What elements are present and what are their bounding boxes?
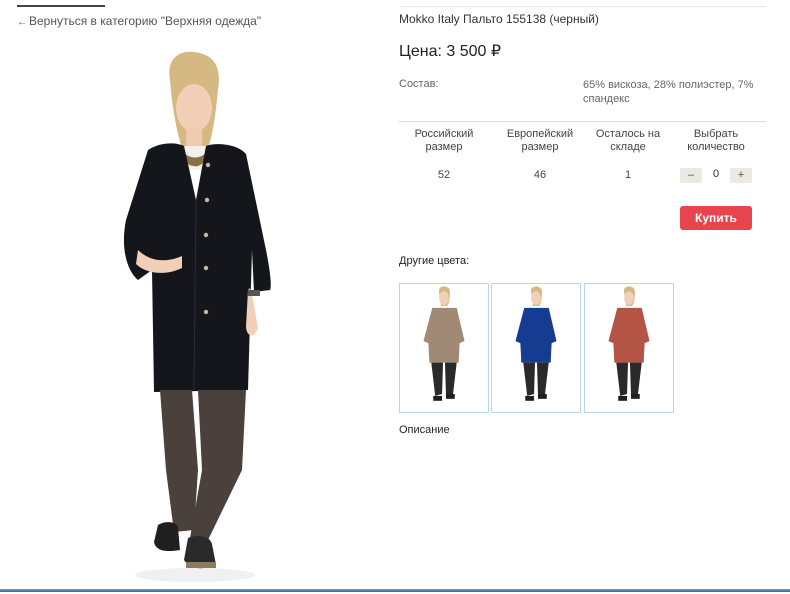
other-colors-label: Другие цвета: bbox=[399, 255, 470, 267]
eu-size-value: 46 bbox=[533, 169, 547, 181]
quantity-input[interactable] bbox=[708, 168, 724, 180]
description-label: Описание bbox=[399, 424, 450, 436]
color-thumbnail-beige[interactable] bbox=[399, 283, 489, 413]
product-title: Mokko Italy Пальто 155138 (черный) bbox=[399, 12, 599, 26]
header-eu-size: Европейский размер bbox=[506, 128, 574, 153]
stock-value: 1 bbox=[624, 169, 632, 181]
header-divider bbox=[400, 6, 766, 7]
active-tab-underline bbox=[17, 5, 105, 7]
color-thumbnail-blue[interactable] bbox=[491, 283, 581, 413]
thumbnail-image bbox=[423, 286, 465, 401]
composition-label: Состав: bbox=[399, 78, 439, 90]
back-to-category-link[interactable]: ← Вернуться в категорию "Верхняя одежда" bbox=[17, 14, 261, 28]
quantity-decrement-button[interactable]: – bbox=[680, 168, 702, 183]
header-stock: Осталось на складе bbox=[595, 128, 661, 153]
back-arrow-icon: ← bbox=[17, 17, 27, 28]
quantity-increment-button[interactable]: + bbox=[730, 168, 752, 183]
header-ru-size: Российский размер bbox=[414, 128, 474, 153]
bottom-window-edge bbox=[0, 589, 790, 592]
buy-button[interactable]: Купить bbox=[680, 206, 752, 230]
thumbnail-image bbox=[608, 286, 650, 401]
main-product-photo[interactable] bbox=[98, 50, 298, 585]
quantity-stepper: – + bbox=[680, 166, 752, 184]
back-link-label: Вернуться в категорию "Верхняя одежда" bbox=[29, 14, 262, 28]
ru-size-value: 52 bbox=[437, 169, 451, 181]
composition-value: 65% вискоза, 28% полиэстер, 7% спандекс bbox=[583, 79, 754, 105]
model-figure-image bbox=[123, 51, 271, 582]
product-price: Цена: 3 500 ₽ bbox=[399, 43, 502, 60]
color-thumbnail-terracotta[interactable] bbox=[584, 283, 674, 413]
size-table-divider bbox=[399, 121, 766, 122]
header-select-qty: Выбрать количество bbox=[687, 128, 745, 153]
thumbnail-image bbox=[515, 286, 557, 401]
